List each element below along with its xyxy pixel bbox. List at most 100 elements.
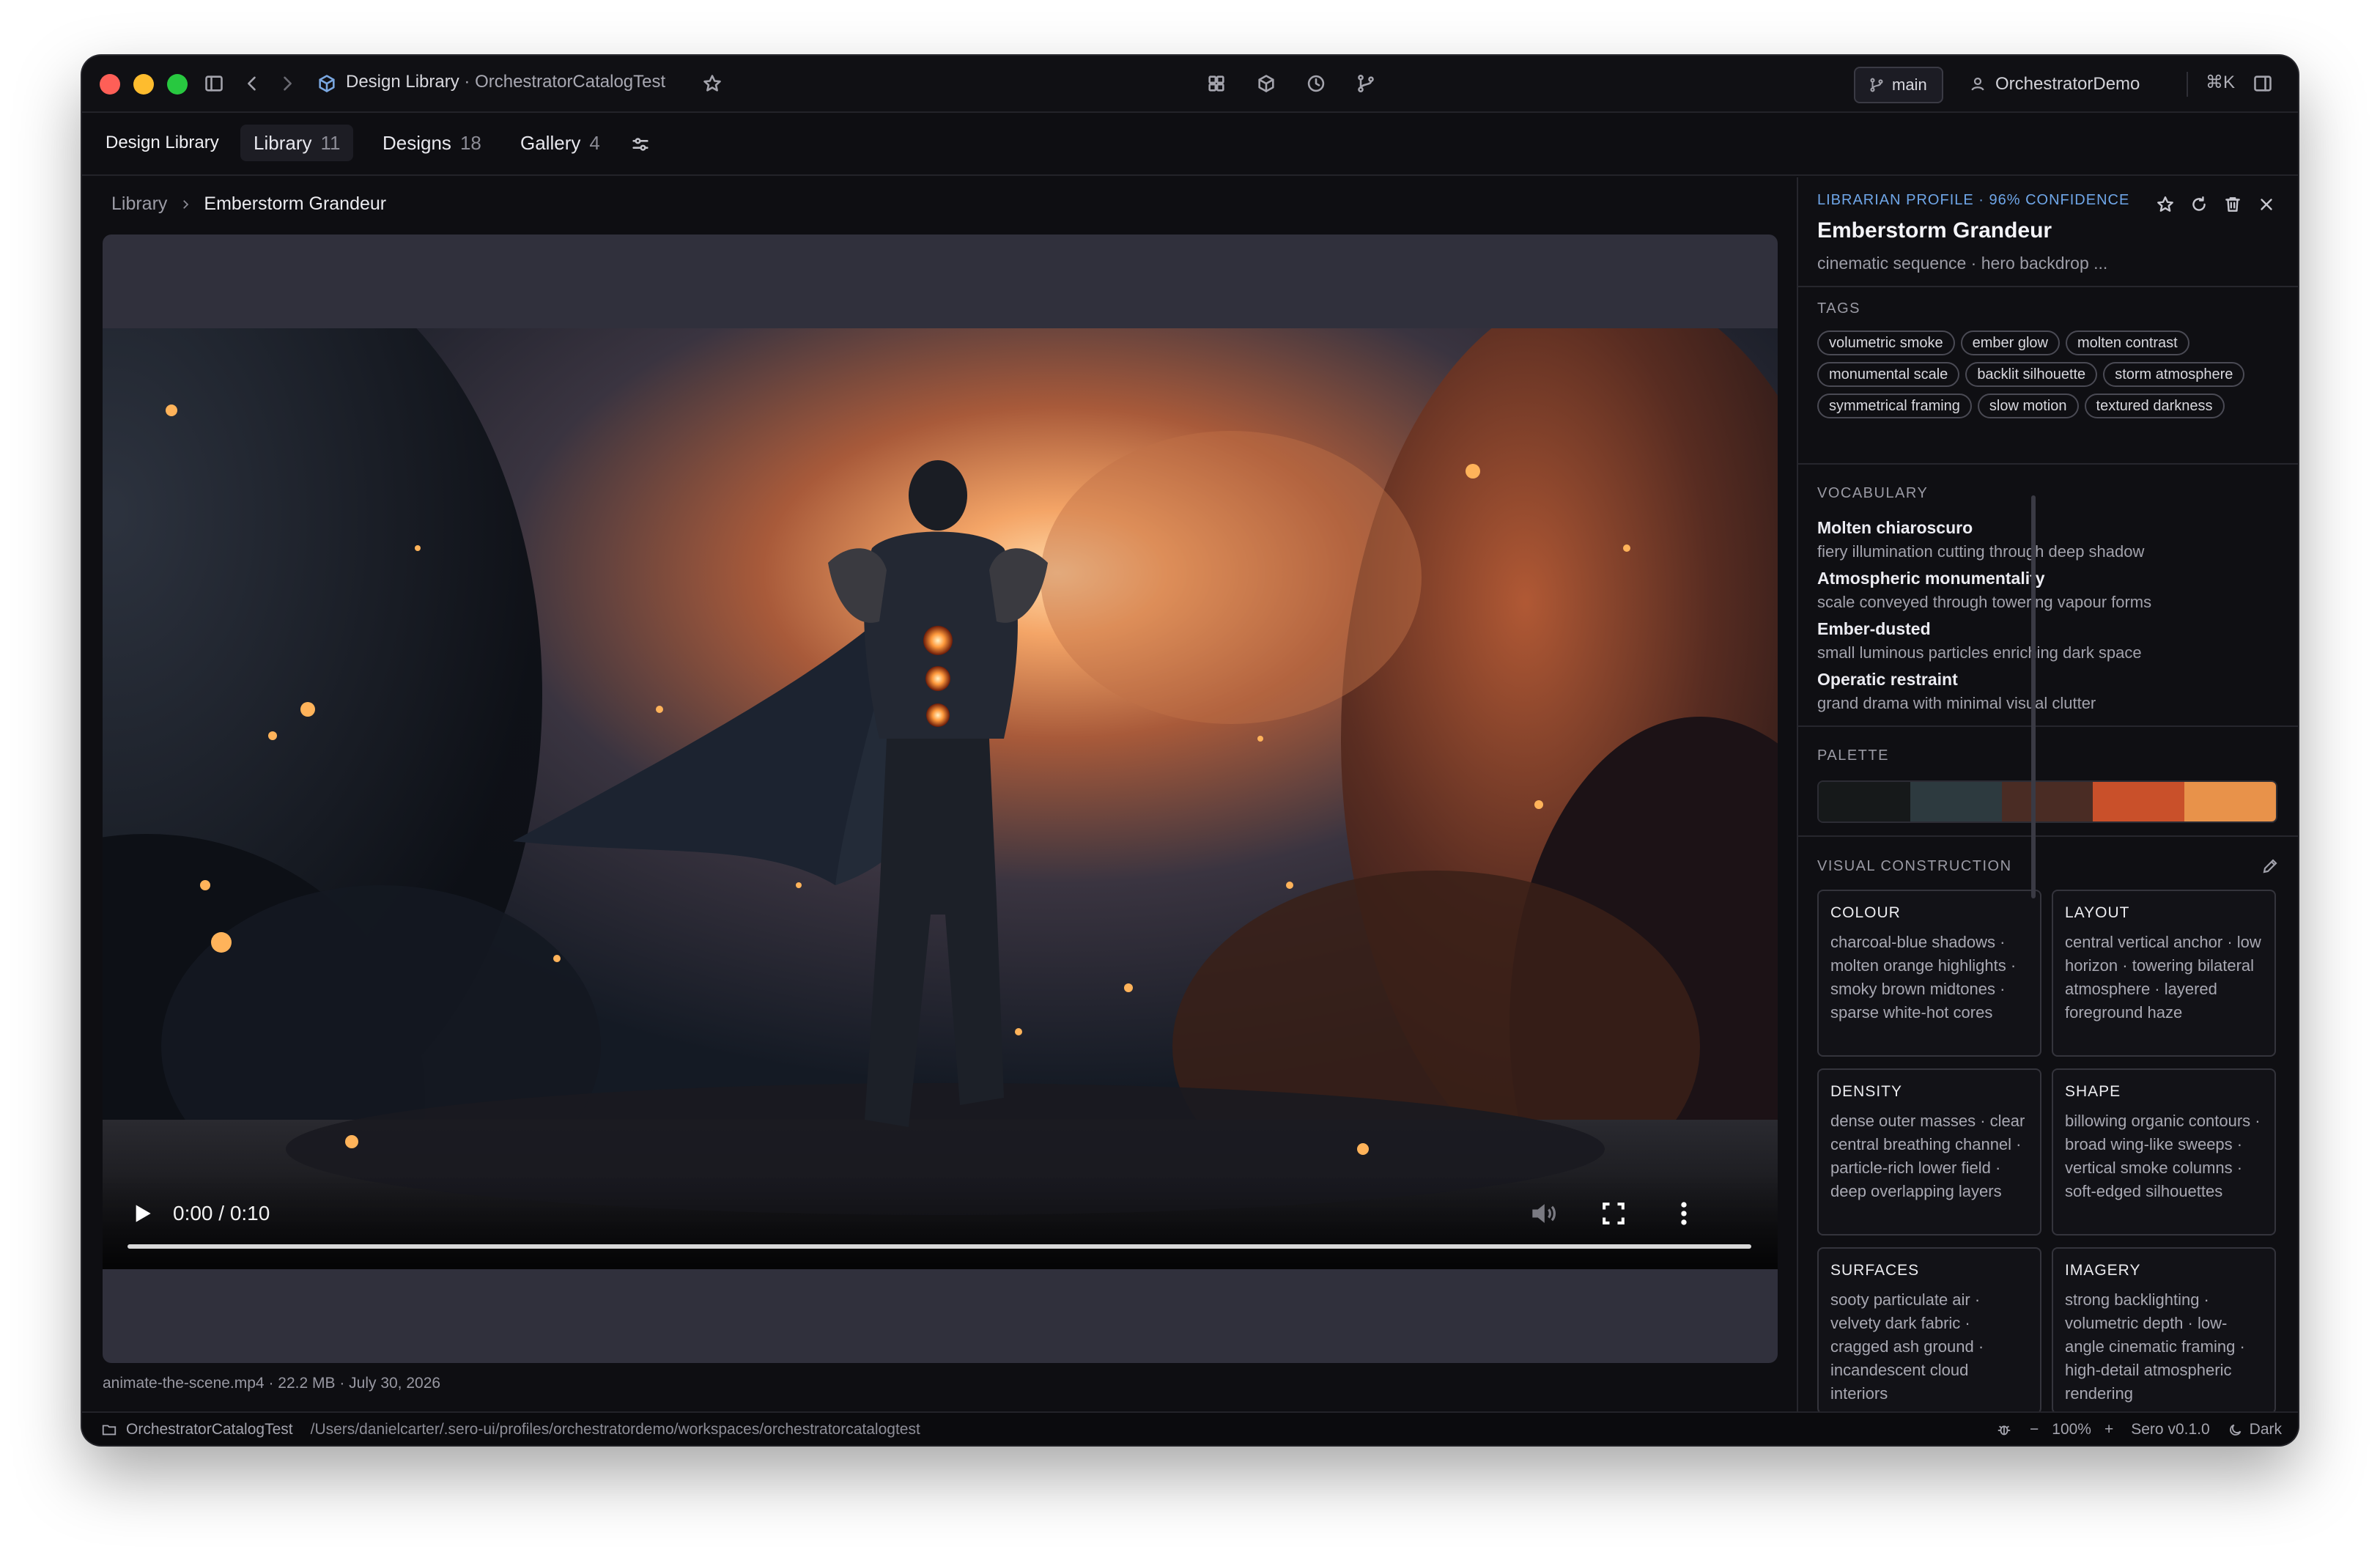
zoom-control: − 100% + xyxy=(2030,1421,2113,1438)
zoom-in-button[interactable]: + xyxy=(2104,1421,2113,1438)
star-icon[interactable] xyxy=(699,70,725,97)
branch-button[interactable]: main xyxy=(1854,67,1943,103)
window-title-separator: · xyxy=(459,72,476,92)
video-controls: 0:00 / 0:10 xyxy=(103,1174,1778,1269)
breadcrumb-library[interactable]: Library xyxy=(111,193,167,215)
visual-construction-section: VISUAL CONSTRUCTION COLOUR charcoal-blue … xyxy=(1798,837,2298,1411)
close-window-button[interactable] xyxy=(100,74,120,95)
video-frame-image xyxy=(103,328,1778,1269)
palette-swatch[interactable] xyxy=(2093,782,2185,821)
theme-label: Dark xyxy=(2249,1421,2282,1438)
tag-chip[interactable]: storm atmosphere xyxy=(2103,362,2245,387)
tab-design-library[interactable]: Design Library xyxy=(92,125,232,161)
construction-card-text: charcoal-blue shadows · molten orange hi… xyxy=(1830,933,2017,1022)
profile-title: Emberstorm Grandeur xyxy=(1817,218,2052,243)
play-icon[interactable] xyxy=(128,1199,157,1228)
construction-card-title: LAYOUT xyxy=(2065,904,2130,921)
tag-chip[interactable]: volumetric smoke xyxy=(1817,330,1955,355)
bug-icon[interactable] xyxy=(1996,1422,2012,1438)
tab-count: 4 xyxy=(589,131,600,154)
vocabulary-list: Molten chiaroscuro fiery illumination cut… xyxy=(1817,518,2279,720)
zoom-out-button[interactable]: − xyxy=(2030,1421,2039,1438)
minimize-window-button[interactable] xyxy=(133,74,154,95)
filter-settings-icon[interactable] xyxy=(627,131,654,158)
history-icon[interactable] xyxy=(1303,70,1329,97)
app-version: Sero v0.1.0 xyxy=(2131,1421,2210,1438)
chevron-right-icon xyxy=(183,199,189,209)
tab-label: Designs xyxy=(382,131,451,154)
theme-toggle[interactable]: Dark xyxy=(2228,1421,2282,1438)
vocabulary-term: Atmospheric monumentality xyxy=(1817,569,2045,588)
tag-chip[interactable]: molten contrast xyxy=(2066,330,2189,355)
branch-name: main xyxy=(1892,75,1927,94)
palette-swatch[interactable] xyxy=(2184,782,2276,821)
panel-scrollbar[interactable] xyxy=(2031,495,2036,898)
status-bar: OrchestratorCatalogTest /Users/danielcar… xyxy=(82,1411,2298,1445)
breadcrumb: Library Emberstorm Grandeur xyxy=(111,193,386,215)
tag-chip[interactable]: textured darkness xyxy=(2084,394,2225,418)
tab-gallery[interactable]: Gallery 4 xyxy=(507,125,613,161)
visual-construction-grid: COLOUR charcoal-blue shadows · molten ora… xyxy=(1817,890,2279,1411)
construction-card-text: central vertical anchor · low horizon · … xyxy=(2065,933,2261,1022)
status-path: /Users/danielcarter/.sero-ui/profiles/or… xyxy=(310,1421,920,1438)
tab-library[interactable]: Library 11 xyxy=(240,125,354,161)
refresh-icon[interactable] xyxy=(2189,195,2209,214)
tag-chip[interactable]: backlit silhouette xyxy=(1965,362,2098,387)
command-palette-shortcut[interactable]: ⌘K xyxy=(2206,72,2235,93)
video-time: 0:00 / 0:10 xyxy=(173,1202,270,1225)
construction-card-text: strong backlighting · volumetric depth ·… xyxy=(2065,1290,2245,1403)
construction-card-title: DENSITY xyxy=(1830,1083,1903,1100)
volume-icon[interactable] xyxy=(1527,1197,1559,1230)
window-title: Design Library · OrchestratorCatalogTest xyxy=(346,72,665,92)
profile-actions xyxy=(2156,195,2276,214)
back-icon[interactable] xyxy=(239,70,265,97)
file-meta: animate-the-scene.mp4 · 22.2 MB · July 3… xyxy=(103,1375,441,1392)
window-title-workspace: OrchestratorCatalogTest xyxy=(475,72,666,92)
trash-icon[interactable] xyxy=(2223,195,2242,214)
construction-card-surfaces: SURFACES sooty particulate air · velvety … xyxy=(1817,1247,2041,1411)
cube-icon[interactable] xyxy=(1253,70,1279,97)
palette-label: PALETTE xyxy=(1817,747,1889,764)
sidebar-toggle-icon[interactable] xyxy=(201,70,227,97)
edit-pencil-icon[interactable] xyxy=(2261,857,2279,875)
moon-icon xyxy=(2229,1424,2241,1436)
close-icon[interactable] xyxy=(2257,195,2276,214)
tag-chip[interactable]: monumental scale xyxy=(1817,362,1960,387)
folder-icon xyxy=(102,1425,117,1436)
construction-card-title: SHAPE xyxy=(2065,1083,2121,1100)
palette-strip xyxy=(1817,780,2277,823)
tag-chip[interactable]: slow motion xyxy=(1977,394,2079,418)
video-player[interactable]: 0:00 / 0:10 xyxy=(103,328,1778,1269)
palette-swatch[interactable] xyxy=(2001,782,2093,821)
tag-chip[interactable]: ember glow xyxy=(1960,330,2060,355)
git-branch-icon xyxy=(1870,78,1883,92)
forward-icon[interactable] xyxy=(274,70,300,97)
fullscreen-icon[interactable] xyxy=(1597,1197,1630,1230)
status-workspace[interactable]: OrchestratorCatalogTest xyxy=(126,1421,293,1438)
video-progress-track[interactable] xyxy=(128,1244,1751,1249)
git-branch-icon[interactable] xyxy=(1353,70,1379,97)
visual-construction-label: VISUAL CONSTRUCTION xyxy=(1817,857,2012,874)
construction-card-title: SURFACES xyxy=(1830,1262,1920,1279)
construction-card-title: IMAGERY xyxy=(2065,1262,2141,1279)
palette-swatch[interactable] xyxy=(1910,782,2002,821)
more-options-icon[interactable] xyxy=(1668,1197,1700,1230)
vocabulary-term: Operatic restraint xyxy=(1817,670,1958,689)
tab-count: 18 xyxy=(459,131,481,154)
title-bar: Design Library · OrchestratorCatalogTest… xyxy=(82,56,2298,113)
palette-swatch[interactable] xyxy=(1819,782,1910,821)
vocabulary-description: small luminous particles enriching dark … xyxy=(1817,643,2142,662)
user-menu[interactable]: OrchestratorDemo xyxy=(1969,70,2140,98)
title-divider xyxy=(2187,72,2188,97)
zoom-window-button[interactable] xyxy=(167,74,188,95)
construction-card-shape: SHAPE billowing organic contours · broad … xyxy=(2052,1068,2276,1235)
vocabulary-description: fiery illumination cutting through deep … xyxy=(1817,542,2145,561)
tab-designs[interactable]: Designs 18 xyxy=(369,125,495,161)
breadcrumb-current: Emberstorm Grandeur xyxy=(204,193,387,214)
grid-icon[interactable] xyxy=(1203,70,1230,97)
right-panel-toggle-icon[interactable] xyxy=(2250,70,2276,97)
tag-chip[interactable]: symmetrical framing xyxy=(1817,394,1972,418)
package-icon xyxy=(314,70,340,97)
star-icon[interactable] xyxy=(2156,195,2175,214)
construction-card-text: dense outer masses · clear central breat… xyxy=(1830,1112,2025,1200)
